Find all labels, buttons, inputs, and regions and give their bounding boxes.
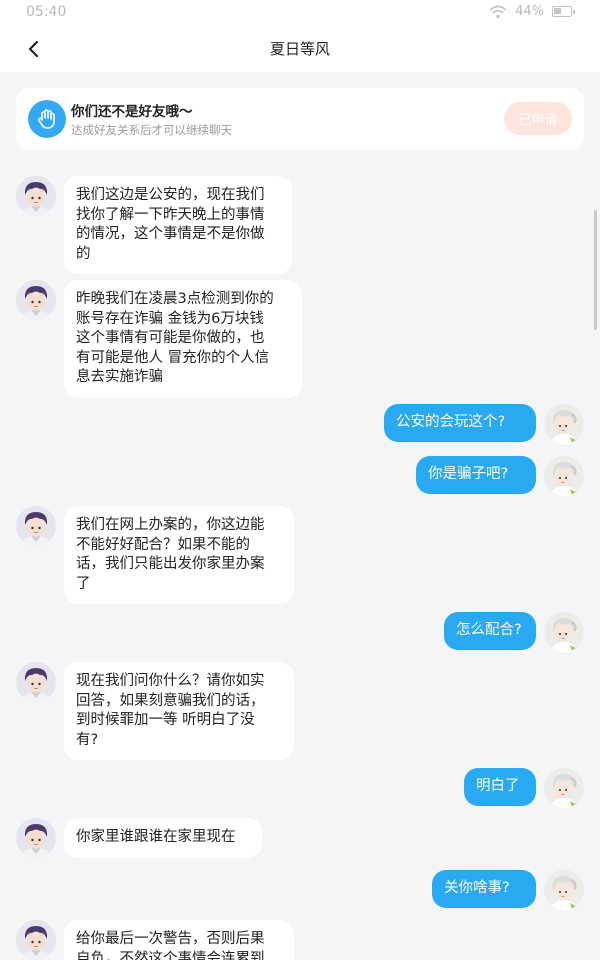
message-text-line: 怎么配合? (456, 622, 522, 638)
message-text-line: 的 (76, 245, 91, 262)
message-text-line: 明白了 (476, 778, 520, 794)
message-text-line: 昨晚我们在凌晨3点检测到你的 (76, 291, 274, 307)
message-text-line: 我们这边是公安的，现在我们 (76, 187, 265, 203)
message-text-line: 不能好好配合？如果不能的 (76, 536, 250, 553)
sender-avatar[interactable] (16, 662, 56, 702)
message-text-line: 回答，如果刻意骗我们的话， (76, 692, 265, 709)
message-text-line: 账号存在诈骗 金钱为6万块钱 (76, 310, 264, 327)
message-bubble[interactable]: 明白了 (464, 768, 536, 806)
message-bubble[interactable]: 昨晚我们在凌晨3点检测到你的 账号存在诈骗 金钱为6万块钱 这个事情有可能是你做的，… (64, 280, 302, 398)
nav-bar: 夏日等风 (0, 26, 600, 72)
sender-avatar[interactable] (16, 176, 56, 216)
sender-avatar[interactable] (16, 818, 56, 858)
message-text-line: 的情况，这个事情是不是你做 (76, 226, 265, 242)
my-avatar[interactable] (544, 456, 584, 496)
message-text-line: 你家里谁跟谁在家里现在 (76, 829, 236, 845)
message-text-line: 有? (76, 731, 99, 748)
friend-notice-title: 你们还不是好友哦～ (71, 104, 193, 120)
my-avatar[interactable] (544, 768, 584, 808)
sender-avatar[interactable] (16, 920, 56, 960)
friend-request-card: 你们还不是好友哦～ 达成好友关系后才可以继续聊天 已申请 (16, 88, 584, 150)
status-time: 05:40 (26, 4, 67, 20)
wifi-icon (489, 5, 507, 19)
message-bubble[interactable]: 公安的会玩这个? (384, 404, 536, 442)
battery-percent: 44% (515, 4, 544, 19)
wave-hand-icon (28, 100, 66, 138)
message-text-line: 到时候罪加一等 听明白了没 (76, 712, 255, 728)
message-bubble[interactable]: 你是骗子吧? (416, 456, 536, 494)
message-text-line: 这个事情有可能是你做的，也 (76, 330, 265, 346)
scrollbar[interactable] (594, 210, 597, 330)
my-avatar[interactable] (544, 870, 584, 910)
message-text-line: 关你啥事? (444, 880, 510, 896)
my-avatar[interactable] (544, 612, 584, 652)
page-title: 夏日等风 (269, 40, 330, 58)
sender-avatar[interactable] (16, 280, 56, 320)
message-bubble[interactable]: 我们在网上办案的，你这边能 不能好好配合？如果不能的 话，我们只能出发你家里办案了 (64, 506, 294, 604)
friend-notice-subtitle: 达成好友关系后才可以继续聊天 (71, 123, 232, 137)
message-text-line: 公安的会玩这个? (396, 414, 506, 430)
message-bubble[interactable]: 给你最后一次警告，否则后果自负，不然这个事情会连累到 (64, 920, 294, 960)
status-bar: 05:40 44% (0, 0, 600, 26)
sender-avatar[interactable] (16, 506, 56, 546)
message-text-line: 息去实施诈骗 (76, 369, 163, 385)
message-bubble[interactable]: 你家里谁跟谁在家里现在 (64, 818, 262, 858)
message-bubble[interactable]: 现在我们问你什么？请你如实 回答，如果刻意骗我们的话， 到时候罪加一等 听明白了没有… (64, 662, 294, 760)
battery-level-fill (554, 8, 561, 14)
message-text-line: 现在我们问你什么？请你如实 (76, 673, 265, 689)
status-right: 44% (489, 4, 575, 19)
message-bubble[interactable]: 我们这边是公安的，现在我们 找你了解一下昨天晚上的事情 的情况，这个事情是不是你做的 (64, 176, 292, 274)
message-bubble[interactable]: 关你啥事? (432, 870, 536, 908)
message-text-line: 找你了解一下昨天晚上的事情 (76, 206, 265, 223)
applied-button[interactable]: 已申请 (504, 102, 572, 135)
message-text-line: 我们在网上办案的，你这边能 (76, 517, 265, 533)
battery-icon (552, 6, 575, 17)
message-text-line: 有可能是他人 冒充你的个人信 (76, 349, 270, 366)
message-text-line: 给你最后一次警告，否则后果 (76, 931, 265, 947)
message-text-line: 自负，不然这个事情会连累到 (76, 950, 265, 960)
message-bubble[interactable]: 怎么配合? (444, 612, 536, 650)
message-text-line: 你是骗子吧? (428, 466, 509, 482)
message-text-line: 话，我们只能出发你家里办案 (76, 556, 265, 572)
message-text-line: 了 (76, 575, 91, 592)
my-avatar[interactable] (544, 404, 584, 444)
